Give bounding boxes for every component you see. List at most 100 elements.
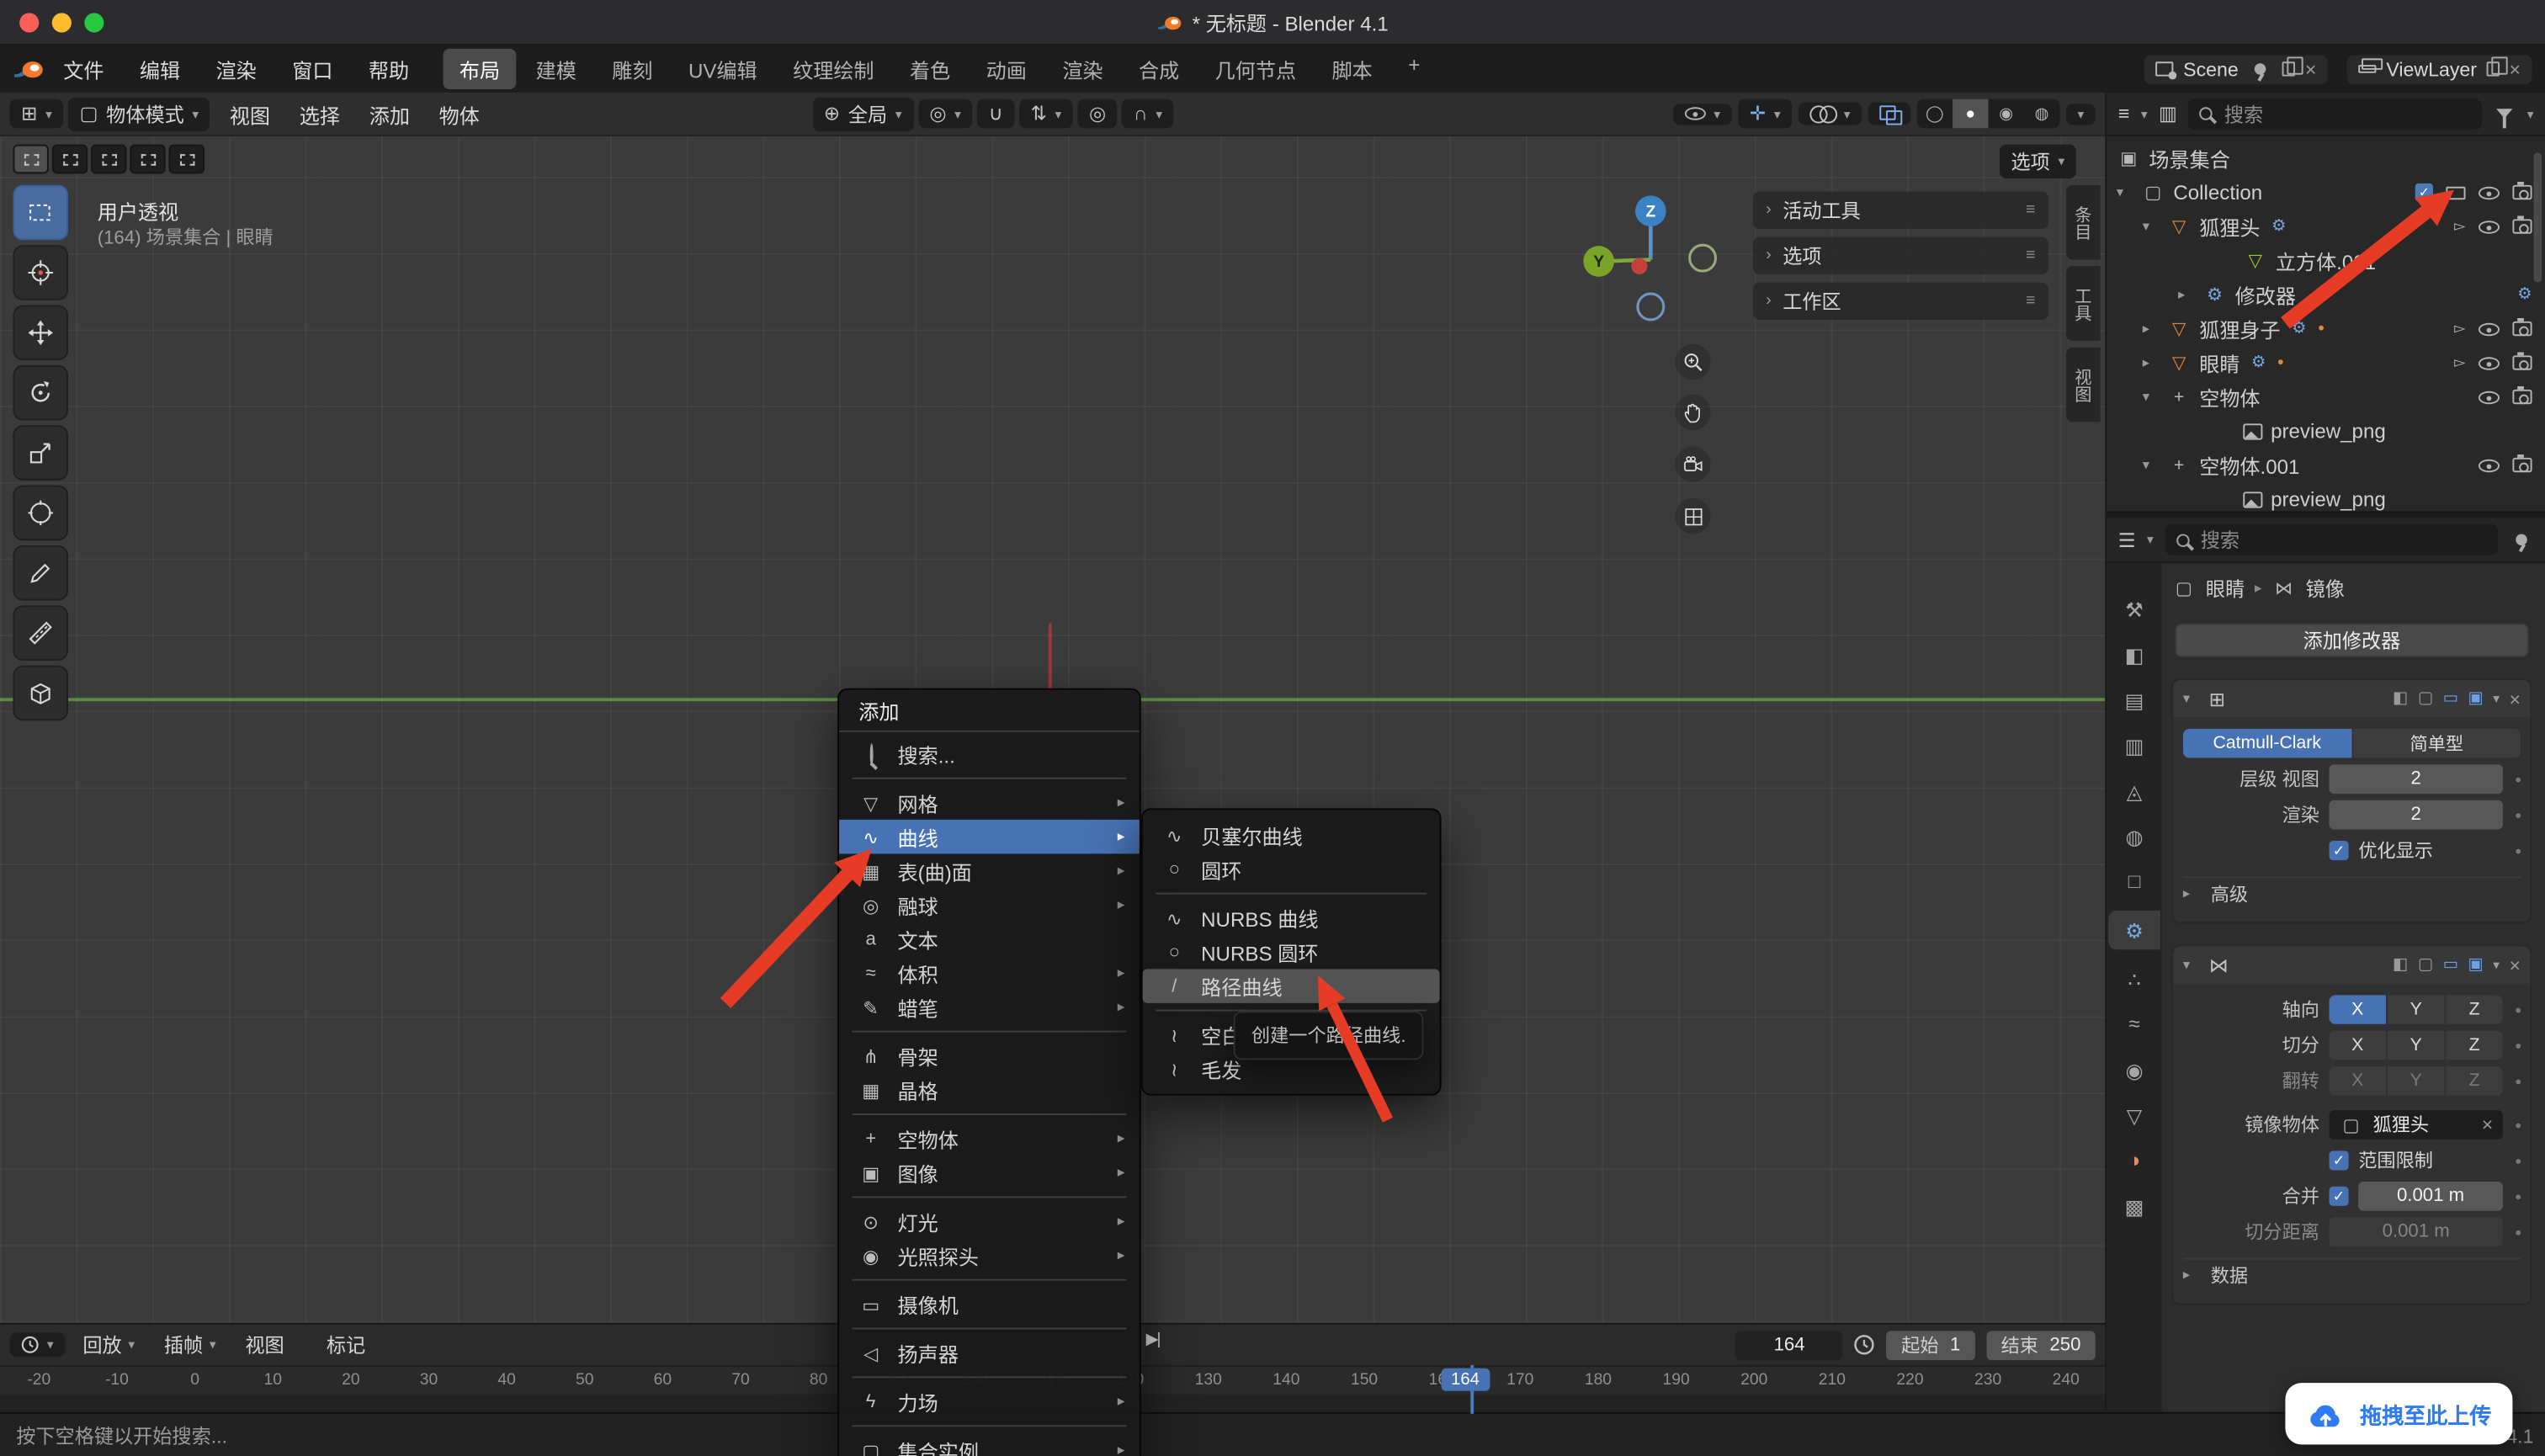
- animate-dot[interactable]: [2516, 1193, 2521, 1198]
- expand-icon[interactable]: ▸: [2143, 353, 2159, 371]
- minimize-window-button[interactable]: [52, 13, 72, 32]
- zoom-button[interactable]: [1675, 344, 1710, 380]
- add-menu-item[interactable]: ▦ 晶格 ▸: [839, 1073, 1140, 1108]
- mirror-object-field[interactable]: ▢ 狐狸头 ×: [2329, 1110, 2502, 1140]
- upload-button[interactable]: 拖拽至此上传: [2285, 1383, 2512, 1444]
- submenu-item[interactable]: ∿ 贝塞尔曲线: [1143, 818, 1440, 853]
- timeline-menu[interactable]: 标记 ▾: [311, 1331, 392, 1358]
- add-menu-item[interactable]: ≈ 体积 ▸: [839, 956, 1140, 991]
- transform-tool[interactable]: [13, 486, 68, 541]
- new-view-layer-icon[interactable]: [2487, 61, 2500, 76]
- rotate-tool[interactable]: [13, 365, 68, 421]
- select-mode-intersect-button[interactable]: [169, 145, 205, 174]
- workspace-tab[interactable]: 合成: [1123, 49, 1196, 89]
- workspace-tab[interactable]: 渲染: [1046, 49, 1119, 89]
- visibility-dropdown[interactable]: ▾: [1673, 103, 1731, 124]
- add-menu-item[interactable]: ϟ 力场 ▸: [839, 1384, 1140, 1419]
- viewport-options-button[interactable]: 选项▾: [2000, 145, 2076, 178]
- animate-dot[interactable]: [2516, 1079, 2521, 1084]
- add-menu-item[interactable]: ✎ 蜡笔 ▸: [839, 990, 1140, 1024]
- timeline-menu[interactable]: 插帧 ▾: [150, 1331, 231, 1358]
- outliner-row-fox-head[interactable]: ▾ ▽ 狐狸头 ⚙ ▻: [2107, 210, 2545, 243]
- add-menu-item[interactable]: a 文本 ▸: [839, 922, 1140, 956]
- workspace-tab[interactable]: 建模: [519, 49, 592, 89]
- zoom-window-button[interactable]: [84, 13, 104, 32]
- add-menu-item[interactable]: ◎ 融球 ▸: [839, 888, 1140, 922]
- jump-to-end-button[interactable]: ▶|: [1146, 1331, 1160, 1348]
- show-viewport-toggle[interactable]: ▭: [2443, 956, 2458, 974]
- workspace-tab[interactable]: 几何节点: [1198, 49, 1312, 89]
- clipping-checkbox[interactable]: ✓: [2329, 1150, 2348, 1170]
- disable-render-icon[interactable]: [2512, 321, 2532, 336]
- blender-menu-icon[interactable]: [13, 56, 45, 81]
- add-menu-item[interactable]: ▽ 网格 ▸: [839, 785, 1140, 820]
- add-cube-tool[interactable]: [13, 666, 68, 721]
- pivot-point-dropdown[interactable]: ◎▾: [918, 99, 973, 129]
- merge-checkbox[interactable]: ✓: [2329, 1187, 2348, 1206]
- disable-render-icon[interactable]: [2512, 355, 2532, 369]
- outliner-row-scene-collection[interactable]: ▣ 场景集合: [2107, 141, 2545, 175]
- expand-icon[interactable]: ▸: [2178, 285, 2194, 303]
- object-tab[interactable]: □: [2112, 865, 2157, 898]
- menubar-menu[interactable]: 文件: [45, 45, 122, 93]
- bisect-x-button[interactable]: X: [2329, 1031, 2386, 1060]
- panel-menu-icon[interactable]: ≡: [2026, 247, 2035, 264]
- outliner-row-fox-body[interactable]: ▸ ▽ 狐狸身子 ⚙● ▻: [2107, 311, 2545, 345]
- gizmos-dropdown[interactable]: ✛▾: [1738, 99, 1792, 129]
- viewport-menu[interactable]: 物体: [424, 98, 494, 130]
- use-preview-range-icon[interactable]: [1854, 1334, 1875, 1355]
- outliner-row-collection[interactable]: ▾ ▢ Collection ✓: [2107, 175, 2545, 210]
- disable-render-icon[interactable]: [2512, 185, 2532, 199]
- shading-dropdown[interactable]: ▾: [2066, 103, 2096, 124]
- outliner-row-cube-data[interactable]: ▽ 立方体.001: [2107, 243, 2545, 278]
- bisect-y-button[interactable]: Y: [2388, 1031, 2445, 1060]
- outliner-row-preview-png[interactable]: preview_png: [2107, 414, 2545, 448]
- show-render-toggle[interactable]: ▣: [2468, 690, 2483, 708]
- bisect-z-button[interactable]: Z: [2446, 1031, 2503, 1060]
- extras-dropdown-icon[interactable]: ▾: [2493, 692, 2500, 706]
- workspace-tab[interactable]: 脚本: [1315, 49, 1389, 89]
- outliner-row-modifiers[interactable]: ▸ ⚙ 修改器 ⚙: [2107, 278, 2545, 312]
- scene-selector[interactable]: Scene ×: [2144, 55, 2328, 84]
- outliner-row-preview-png-2[interactable]: preview_png: [2107, 482, 2545, 517]
- snap-dropdown[interactable]: ⇅▾: [1019, 99, 1073, 129]
- eye-icon[interactable]: [2479, 459, 2500, 471]
- submenu-item[interactable]: ○ 圆环: [1143, 852, 1440, 886]
- animate-dot[interactable]: [2516, 848, 2521, 853]
- current-frame-field[interactable]: 164: [1735, 1330, 1842, 1359]
- expand-icon[interactable]: ▸: [2143, 320, 2159, 337]
- sidebar-tab[interactable]: 视图: [2066, 348, 2101, 422]
- select-mode-extend-button[interactable]: [52, 145, 88, 174]
- menubar-menu[interactable]: 帮助: [351, 45, 428, 93]
- data-tab[interactable]: ▽: [2112, 1099, 2157, 1132]
- view-layer-selector[interactable]: ViewLayer ×: [2347, 55, 2532, 84]
- extras-dropdown-icon[interactable]: ▾: [2493, 958, 2500, 972]
- bisect-distance-field[interactable]: 0.001 m: [2329, 1217, 2502, 1246]
- data-subpanel[interactable]: ▸ 数据: [2183, 1258, 2521, 1291]
- optimal-display-checkbox[interactable]: ✓: [2329, 841, 2348, 860]
- collapsed-panel[interactable]: › 工作区 ≡: [1753, 283, 2048, 320]
- add-menu-item[interactable]: ⊙ 灯光 ▸: [839, 1204, 1140, 1239]
- modifier-tab[interactable]: ⚙: [2108, 911, 2160, 949]
- editor-type-button[interactable]: ⊞▾: [10, 99, 64, 129]
- new-scene-icon[interactable]: [2282, 61, 2295, 76]
- workspace-tab[interactable]: 雕刻: [596, 49, 669, 89]
- add-menu-item[interactable]: ▣ 图像 ▸: [839, 1156, 1140, 1190]
- select-box-tool[interactable]: [13, 185, 68, 241]
- timeline-menu[interactable]: 视图 ▾: [231, 1331, 311, 1358]
- add-modifier-button[interactable]: 添加修改器: [2175, 624, 2528, 657]
- collapse-icon[interactable]: ▾: [2183, 956, 2199, 974]
- add-menu-item[interactable]: ◉ 光照探头 ▸: [839, 1238, 1140, 1273]
- advanced-subpanel[interactable]: ▸ 高级: [2183, 876, 2521, 909]
- remove-modifier-icon[interactable]: ×: [2510, 954, 2521, 976]
- animate-dot[interactable]: [2516, 1043, 2521, 1048]
- eye-icon[interactable]: [2479, 322, 2500, 335]
- collapsed-panel[interactable]: › 选项 ≡: [1753, 237, 2048, 274]
- rendered-shading-button[interactable]: ◍: [2024, 99, 2059, 129]
- flip-x-button[interactable]: X: [2329, 1066, 2386, 1096]
- selectable-icon[interactable]: ▻: [2454, 320, 2465, 337]
- expand-icon[interactable]: ▾: [2143, 388, 2159, 406]
- texture-tab[interactable]: ▩: [2112, 1190, 2157, 1223]
- animate-dot[interactable]: [2516, 1123, 2521, 1128]
- sidebar-tab[interactable]: 工具: [2066, 266, 2101, 341]
